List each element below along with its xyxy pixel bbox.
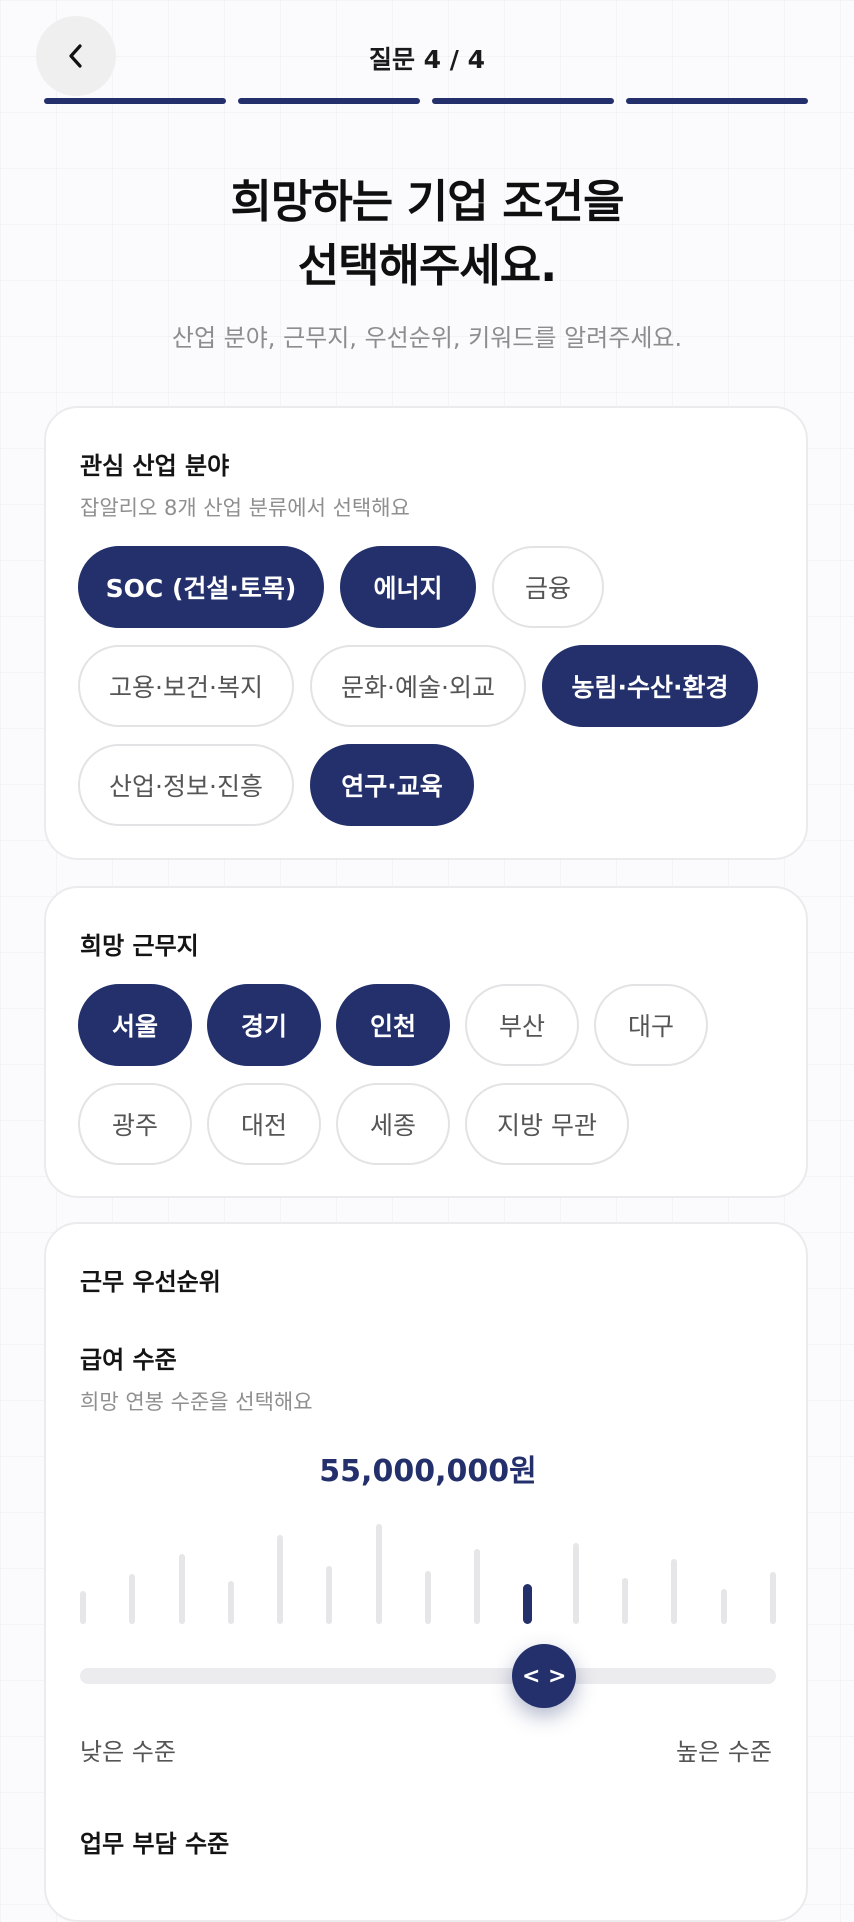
salary-high-label: 높은 수준 [676,1738,772,1766]
location-chip-daejeon[interactable]: 대전 [207,1083,321,1165]
salary-distribution-bar [227,1581,234,1624]
salary-value: 55,000,000원 [319,1454,537,1489]
salary-distribution-bar [129,1574,136,1624]
industry-chip-energy[interactable]: 에너지 [340,546,476,628]
step-indicator: 질문 4 / 4 [368,45,486,74]
priority-title: 근무 우선순위 [80,1268,221,1296]
progress-segment [626,98,808,104]
page-subtitle: 산업 분야, 근무지, 우선순위, 키워드를 알려주세요. [171,324,683,352]
salary-title: 급여 수준 [80,1346,177,1374]
location-chip-incheon[interactable]: 인천 [336,984,450,1066]
industry-card: 관심 산업 분야 잡알리오 8개 산업 분류에서 선택해요 SOC (건설·토목… [44,406,808,860]
page-title: 희망하는 기업 조건을 선택해주세요. [0,170,854,298]
progress-bar [44,98,808,104]
location-chip-gyeonggi[interactable]: 경기 [207,984,321,1066]
progress-segment [44,98,226,104]
location-chip-anywhere[interactable]: 지방 무관 [465,1083,629,1165]
salary-distribution-bar [277,1535,284,1624]
salary-distribution-bar [375,1524,382,1624]
page-title-line-1: 희망하는 기업 조건을 [230,175,625,228]
salary-slider-track[interactable] [80,1668,776,1684]
industry-chip-finance[interactable]: 금융 [492,546,604,628]
location-chip-seoul[interactable]: 서울 [78,984,192,1066]
salary-low-label: 낮은 수준 [80,1738,176,1766]
salary-description: 희망 연봉 수준을 선택해요 [80,1390,313,1414]
salary-distribution-bar [425,1571,431,1624]
salary-distribution-bar [178,1554,185,1624]
salary-distribution-bar [326,1566,333,1624]
industry-description: 잡알리오 8개 산업 분류에서 선택해요 [80,496,410,520]
progress-segment [432,98,614,104]
industry-chip-agriculture[interactable]: 농림·수산·환경 [542,645,758,727]
salary-distribution-bar [474,1549,481,1624]
page-title-line-2: 선택해주세요. [297,239,558,292]
progress-segment [238,98,420,104]
priority-card: 근무 우선순위 급여 수준 희망 연봉 수준을 선택해요 55,000,000원… [44,1222,808,1922]
industry-chip-soc[interactable]: SOC (건설·토목) [78,546,324,628]
salary-distribution-bar [770,1572,776,1624]
salary-distribution-bar [671,1559,678,1624]
industry-chip-industry[interactable]: 산업·정보·진흥 [78,744,294,826]
salary-distribution-bar [572,1543,579,1624]
location-title: 희망 근무지 [80,932,199,960]
industry-chip-welfare[interactable]: 고용·보건·복지 [78,645,294,727]
industry-chip-research[interactable]: 연구·교육 [310,744,474,826]
location-chip-sejong[interactable]: 세종 [336,1083,450,1165]
salary-slider-thumb[interactable]: < > [512,1644,577,1708]
industry-title: 관심 산업 분야 [80,452,230,480]
industry-chip-culture[interactable]: 문화·예술·외교 [310,645,526,727]
salary-distribution-bar [622,1578,629,1624]
location-chip-busan[interactable]: 부산 [465,984,579,1066]
salary-distribution-bar [522,1584,532,1624]
location-chip-daegu[interactable]: 대구 [594,984,708,1066]
salary-distribution-bar [80,1591,86,1624]
location-chip-gwangju[interactable]: 광주 [78,1083,192,1165]
salary-distribution-bar [720,1589,727,1624]
location-card: 희망 근무지 서울 경기 인천 부산 대구 광주 대전 세종 지방 무관 [44,886,808,1198]
workload-title: 업무 부담 수준 [80,1830,230,1858]
